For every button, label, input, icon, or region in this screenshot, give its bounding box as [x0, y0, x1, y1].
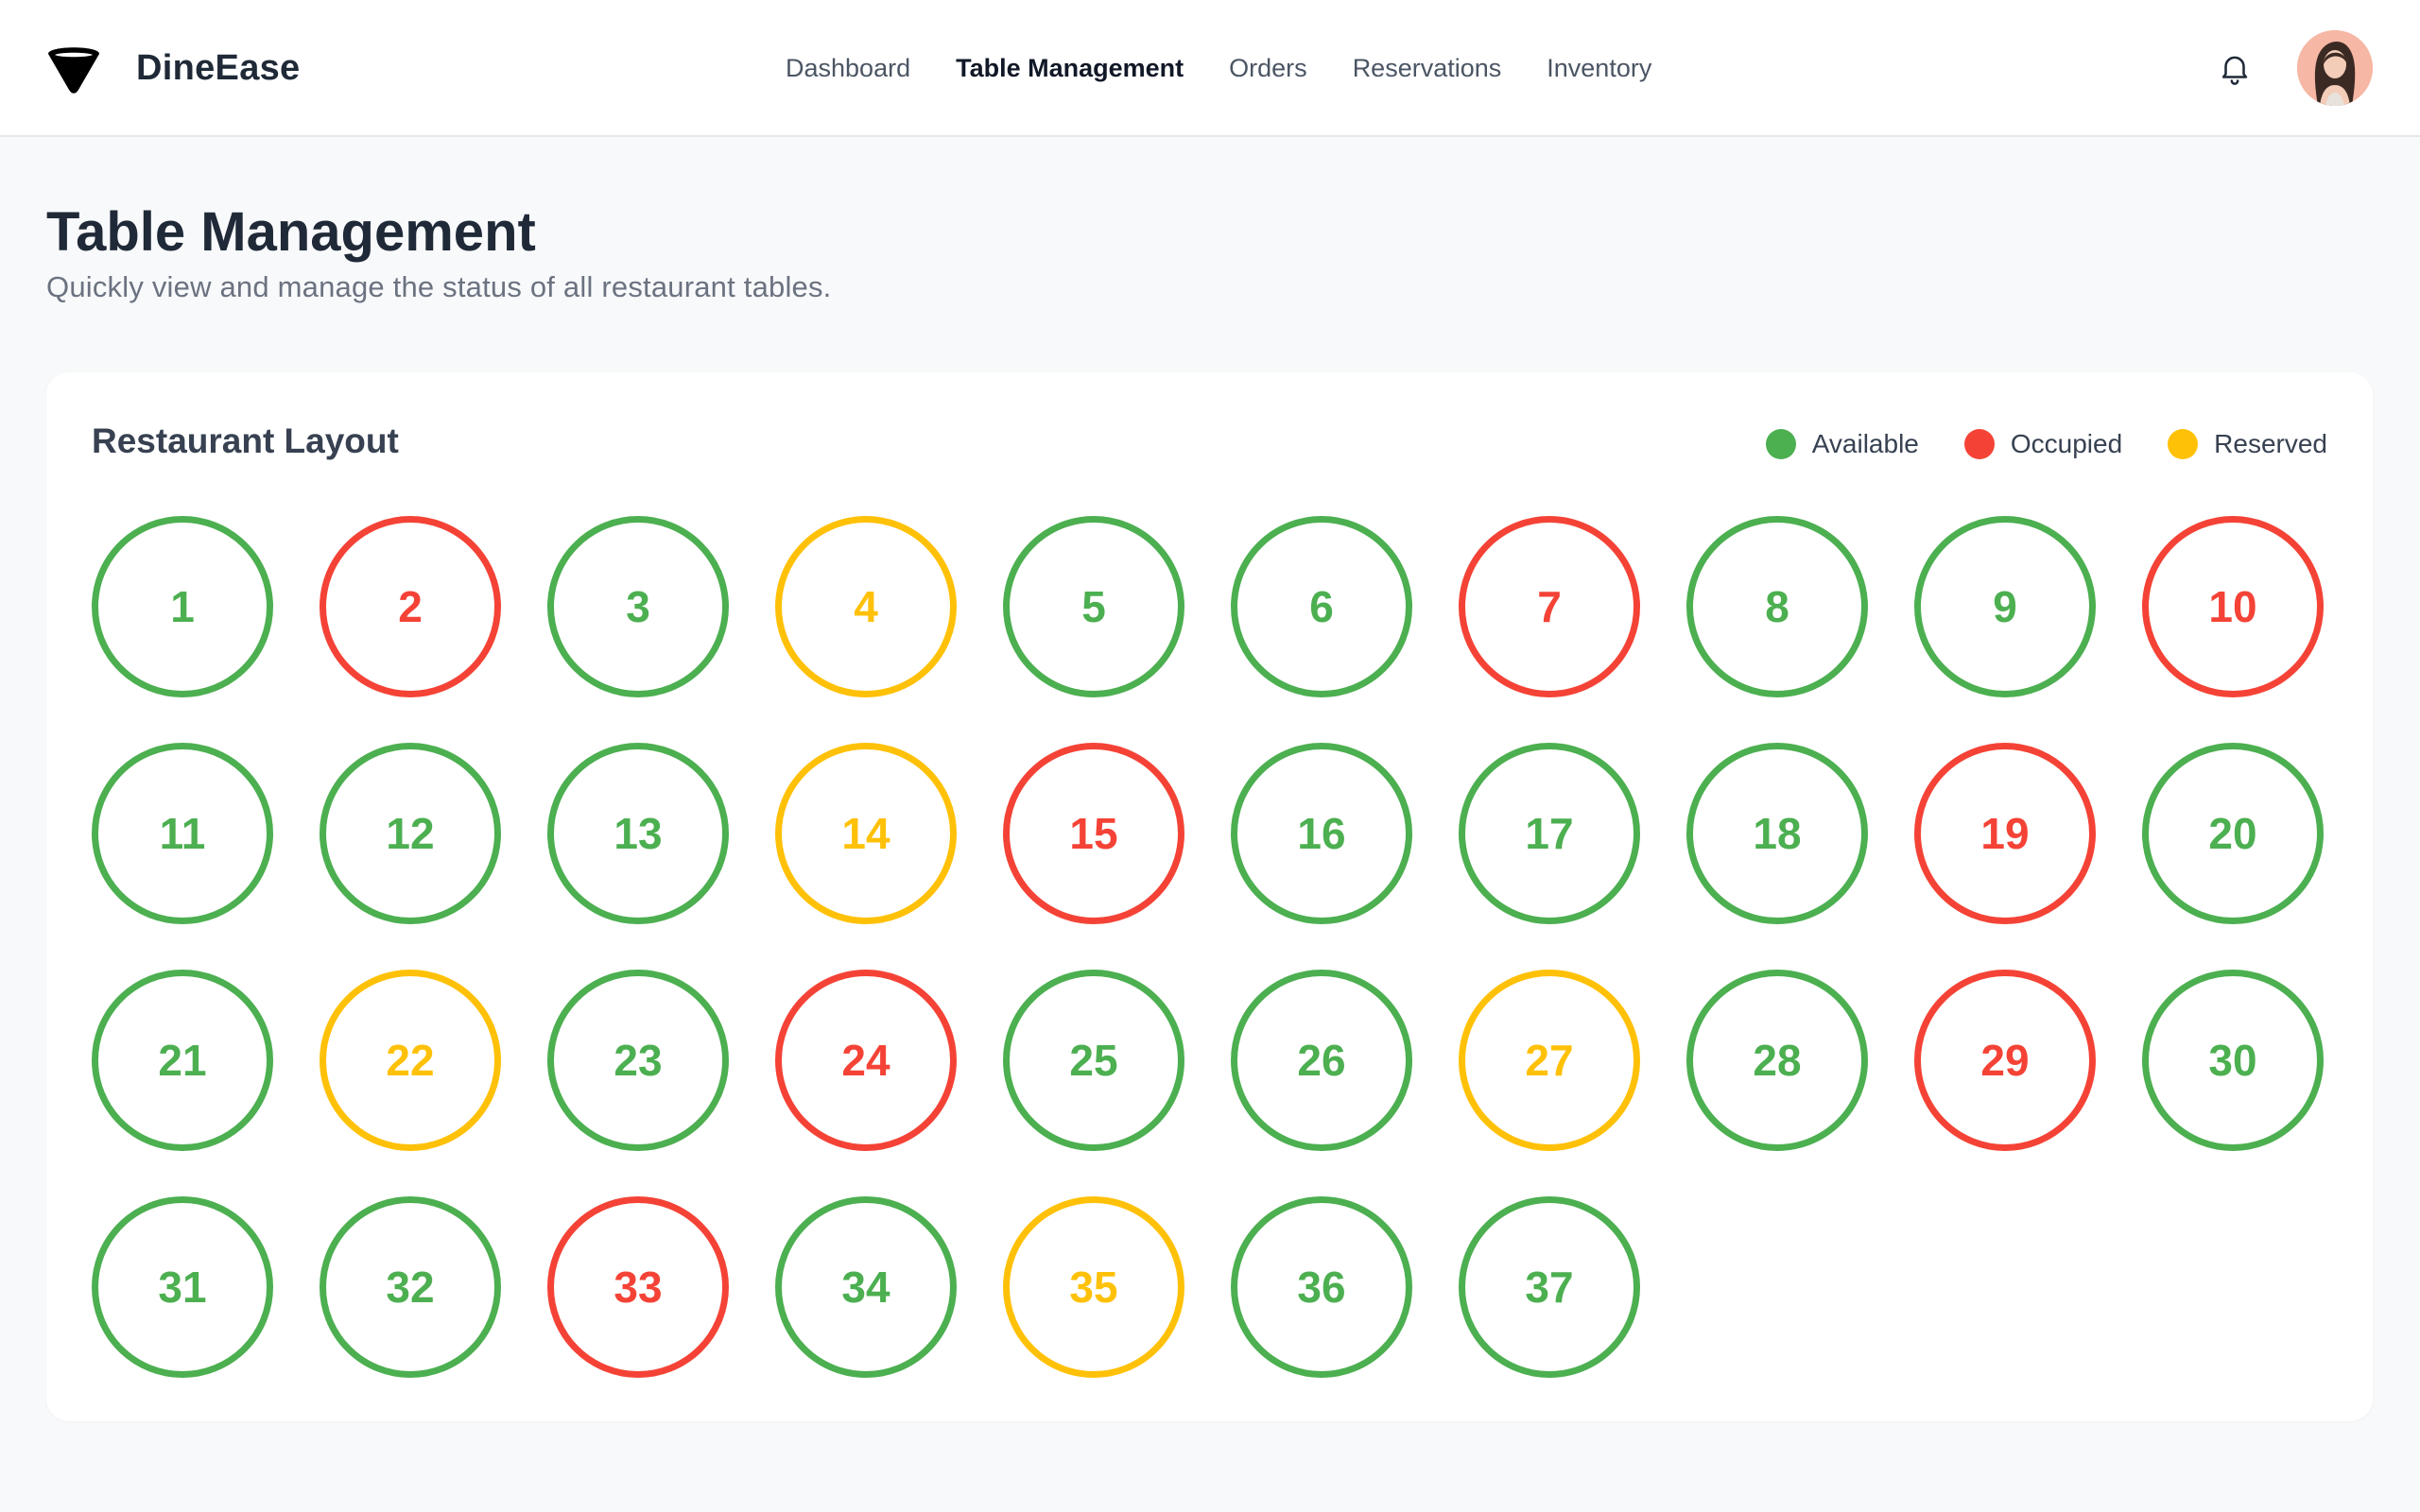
bell-icon[interactable] [2217, 50, 2253, 86]
table-14[interactable]: 14 [775, 743, 957, 924]
legend-reserved: Reserved [2168, 429, 2327, 459]
card-title: Restaurant Layout [92, 421, 399, 460]
legend-label: Reserved [2214, 429, 2327, 458]
legend-available: Available [1765, 429, 1919, 459]
table-2[interactable]: 2 [320, 516, 501, 697]
table-31[interactable]: 31 [92, 1196, 273, 1378]
page-subtitle: Quickly view and manage the status of al… [46, 270, 832, 303]
table-30[interactable]: 30 [2142, 970, 2324, 1151]
table-37[interactable]: 37 [1459, 1196, 1640, 1378]
table-26[interactable]: 26 [1231, 970, 1412, 1151]
table-19[interactable]: 19 [1914, 743, 2096, 924]
legend-occupied: Occupied [1963, 429, 2123, 459]
tables-grid: 1 2 3 4 5 6 7 8 9 10 11 12 13 14 15 16 17 18 19 20 21 22 23 24 2… [92, 516, 2324, 1378]
table-8[interactable]: 8 [1686, 516, 1868, 697]
nav-inventory[interactable]: Inventory [1547, 54, 1651, 83]
table-17[interactable]: 17 [1459, 743, 1640, 924]
nav-dashboard[interactable]: Dashboard [786, 54, 910, 83]
legend-dot-occupied [1963, 429, 1995, 459]
table-3[interactable]: 3 [547, 516, 729, 697]
table-22[interactable]: 22 [320, 970, 501, 1151]
table-1[interactable]: 1 [92, 516, 273, 697]
table-5[interactable]: 5 [1003, 516, 1184, 697]
table-33[interactable]: 33 [547, 1196, 729, 1378]
table-16[interactable]: 16 [1231, 743, 1412, 924]
table-7[interactable]: 7 [1459, 516, 1640, 697]
table-35[interactable]: 35 [1003, 1196, 1184, 1378]
nav-orders[interactable]: Orders [1229, 54, 1307, 83]
table-29[interactable]: 29 [1914, 970, 2096, 1151]
table-9[interactable]: 9 [1914, 516, 2096, 697]
top-navigation-bar: DineEase Dashboard Table Management Orde… [0, 0, 2420, 137]
legend-dot-available [1765, 429, 1796, 459]
restaurant-layout-card: Restaurant Layout Available Occupied Res… [46, 372, 2373, 1421]
table-11[interactable]: 11 [92, 743, 273, 924]
table-21[interactable]: 21 [92, 970, 273, 1151]
table-6[interactable]: 6 [1231, 516, 1412, 697]
brand[interactable]: DineEase [46, 39, 301, 97]
app-name: DineEase [136, 47, 301, 88]
table-4[interactable]: 4 [775, 516, 957, 697]
main-nav: Dashboard Table Management Orders Reserv… [786, 47, 1697, 90]
user-avatar-image [2297, 30, 2373, 106]
page-title: Table Management [46, 201, 536, 263]
table-28[interactable]: 28 [1686, 970, 1868, 1151]
table-10[interactable]: 10 [2142, 516, 2324, 697]
table-25[interactable]: 25 [1003, 970, 1184, 1151]
table-13[interactable]: 13 [547, 743, 729, 924]
avatar[interactable] [2297, 30, 2373, 106]
table-23[interactable]: 23 [547, 970, 729, 1151]
table-34[interactable]: 34 [775, 1196, 957, 1378]
legend-label: Available [1811, 429, 1919, 458]
table-20[interactable]: 20 [2142, 743, 2324, 924]
table-32[interactable]: 32 [320, 1196, 501, 1378]
table-24[interactable]: 24 [775, 970, 957, 1151]
table-27[interactable]: 27 [1459, 970, 1640, 1151]
legend-label: Occupied [2010, 429, 2123, 458]
table-36[interactable]: 36 [1231, 1196, 1412, 1378]
table-15[interactable]: 15 [1003, 743, 1184, 924]
table-18[interactable]: 18 [1686, 743, 1868, 924]
nav-reservations[interactable]: Reservations [1353, 54, 1502, 83]
logo-icon [48, 47, 99, 94]
nav-table-management[interactable]: Table Management [956, 54, 1184, 83]
legend-dot-reserved [2168, 429, 2199, 459]
status-legend: Available Occupied Reserved [1720, 429, 2327, 459]
table-12[interactable]: 12 [320, 743, 501, 924]
